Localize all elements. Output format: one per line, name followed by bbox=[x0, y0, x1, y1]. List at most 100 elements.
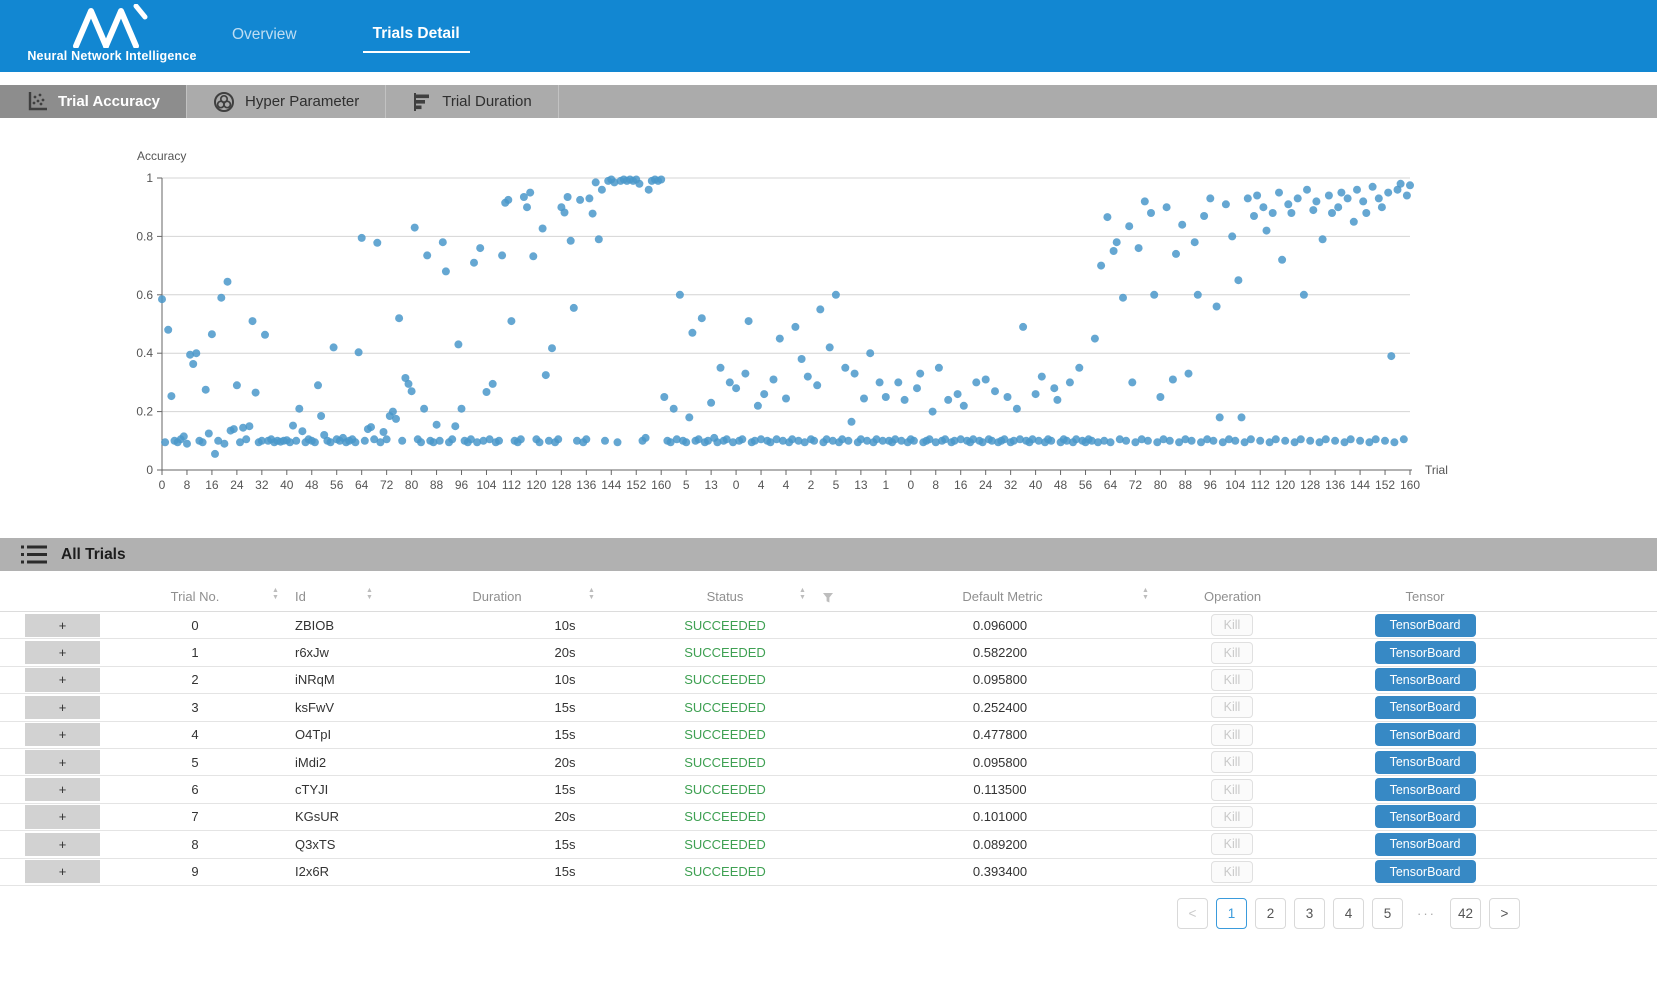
scatter-point[interactable] bbox=[1216, 413, 1224, 421]
scatter-point[interactable] bbox=[1032, 390, 1040, 398]
scatter-point[interactable] bbox=[383, 435, 391, 443]
scatter-point[interactable] bbox=[1397, 180, 1405, 188]
scatter-point[interactable] bbox=[208, 330, 216, 338]
scatter-point[interactable] bbox=[1344, 194, 1352, 202]
scatter-point[interactable] bbox=[507, 317, 515, 325]
scatter-point[interactable] bbox=[954, 390, 962, 398]
scatter-point[interactable] bbox=[754, 402, 762, 410]
kill-button[interactable]: Kill bbox=[1211, 724, 1253, 746]
scatter-point[interactable] bbox=[1375, 194, 1383, 202]
scatter-point[interactable] bbox=[242, 435, 250, 443]
scatter-point[interactable] bbox=[760, 390, 768, 398]
expand-row-button[interactable]: + bbox=[25, 723, 100, 746]
scatter-point[interactable] bbox=[405, 380, 413, 388]
scatter-point[interactable] bbox=[1163, 203, 1171, 211]
scatter-point[interactable] bbox=[311, 438, 319, 446]
scatter-point[interactable] bbox=[698, 314, 706, 322]
scatter-point[interactable] bbox=[367, 423, 375, 431]
scatter-point[interactable] bbox=[436, 437, 444, 445]
scatter-point[interactable] bbox=[826, 343, 834, 351]
scatter-point[interactable] bbox=[1259, 203, 1267, 211]
tensorboard-button[interactable]: TensorBoard bbox=[1375, 641, 1476, 664]
kill-button[interactable]: Kill bbox=[1211, 642, 1253, 664]
scatter-point[interactable] bbox=[1319, 235, 1327, 243]
scatter-point[interactable] bbox=[1200, 212, 1208, 220]
scatter-point[interactable] bbox=[1334, 203, 1342, 211]
sort-icon[interactable]: ▲▼ bbox=[272, 588, 279, 602]
scatter-point[interactable] bbox=[1390, 438, 1398, 446]
scatter-point[interactable] bbox=[1350, 218, 1358, 226]
scatter-point[interactable] bbox=[526, 189, 534, 197]
scatter-point[interactable] bbox=[252, 389, 260, 397]
scatter-point[interactable] bbox=[1347, 435, 1355, 443]
scatter-point[interactable] bbox=[517, 435, 525, 443]
sort-icon[interactable]: ▲▼ bbox=[366, 588, 373, 602]
expand-row-button[interactable]: + bbox=[25, 833, 100, 856]
scatter-point[interactable] bbox=[380, 428, 388, 436]
scatter-point[interactable] bbox=[189, 360, 197, 368]
scatter-point[interactable] bbox=[1147, 209, 1155, 217]
scatter-point[interactable] bbox=[944, 396, 952, 404]
scatter-point[interactable] bbox=[564, 193, 572, 201]
scatter-point[interactable] bbox=[1400, 435, 1408, 443]
scatter-point[interactable] bbox=[1194, 291, 1202, 299]
scatter-point[interactable] bbox=[816, 305, 824, 313]
scatter-point[interactable] bbox=[1222, 200, 1230, 208]
scatter-point[interactable] bbox=[860, 395, 868, 403]
scatter-point[interactable] bbox=[1188, 437, 1196, 445]
scatter-point[interactable] bbox=[848, 418, 856, 426]
scatter-point[interactable] bbox=[158, 295, 166, 303]
scatter-point[interactable] bbox=[782, 395, 790, 403]
scatter-point[interactable] bbox=[991, 387, 999, 395]
filter-funnel-icon[interactable] bbox=[822, 592, 834, 604]
scatter-point[interactable] bbox=[1403, 192, 1411, 200]
scatter-point[interactable] bbox=[417, 438, 425, 446]
scatter-point[interactable] bbox=[1050, 384, 1058, 392]
scatter-point[interactable] bbox=[295, 405, 303, 413]
column-header-default-metric[interactable]: Default Metric bbox=[900, 589, 1105, 604]
tensorboard-button[interactable]: TensorBoard bbox=[1375, 696, 1476, 719]
scatter-point[interactable] bbox=[1387, 352, 1395, 360]
scatter-point[interactable] bbox=[567, 237, 575, 245]
expand-row-button[interactable]: + bbox=[25, 805, 100, 828]
scatter-point[interactable] bbox=[726, 378, 734, 386]
scatter-point[interactable] bbox=[841, 364, 849, 372]
scatter-point[interactable] bbox=[529, 252, 537, 260]
scatter-point[interactable] bbox=[1103, 213, 1111, 221]
scatter-point[interactable] bbox=[548, 344, 556, 352]
scatter-point[interactable] bbox=[389, 408, 397, 416]
scatter-point[interactable] bbox=[876, 378, 884, 386]
scatter-point[interactable] bbox=[183, 440, 191, 448]
scatter-point[interactable] bbox=[1075, 364, 1083, 372]
scatter-point[interactable] bbox=[523, 203, 531, 211]
scatter-point[interactable] bbox=[439, 238, 447, 246]
scatter-point[interactable] bbox=[261, 331, 269, 339]
scatter-point[interactable] bbox=[851, 370, 859, 378]
scatter-point[interactable] bbox=[882, 393, 890, 401]
scatter-point[interactable] bbox=[1353, 186, 1361, 194]
scatter-point[interactable] bbox=[1178, 221, 1186, 229]
expand-row-button[interactable]: + bbox=[25, 778, 100, 801]
scatter-point[interactable] bbox=[554, 435, 562, 443]
column-header-trial-no[interactable]: Trial No. bbox=[110, 589, 280, 604]
scatter-point[interactable] bbox=[1309, 206, 1317, 214]
scatter-point[interactable] bbox=[489, 380, 497, 388]
column-header-duration[interactable]: Duration bbox=[412, 589, 582, 604]
scatter-point[interactable] bbox=[1256, 437, 1264, 445]
scatter-point[interactable] bbox=[1356, 437, 1364, 445]
pagination-page-4[interactable]: 4 bbox=[1333, 898, 1364, 929]
scatter-point[interactable] bbox=[230, 425, 238, 433]
scatter-point[interactable] bbox=[844, 437, 852, 445]
scatter-point[interactable] bbox=[1185, 370, 1193, 378]
scatter-point[interactable] bbox=[1281, 437, 1289, 445]
scatter-point[interactable] bbox=[1019, 323, 1027, 331]
tensorboard-button[interactable]: TensorBoard bbox=[1375, 723, 1476, 746]
scatter-point[interactable] bbox=[330, 343, 338, 351]
scatter-point[interactable] bbox=[1047, 437, 1055, 445]
scatter-point[interactable] bbox=[585, 194, 593, 202]
tensorboard-button[interactable]: TensorBoard bbox=[1375, 860, 1476, 883]
scatter-point[interactable] bbox=[1097, 262, 1105, 270]
scatter-point[interactable] bbox=[161, 438, 169, 446]
scatter-point[interactable] bbox=[458, 405, 466, 413]
scatter-point[interactable] bbox=[670, 405, 678, 413]
